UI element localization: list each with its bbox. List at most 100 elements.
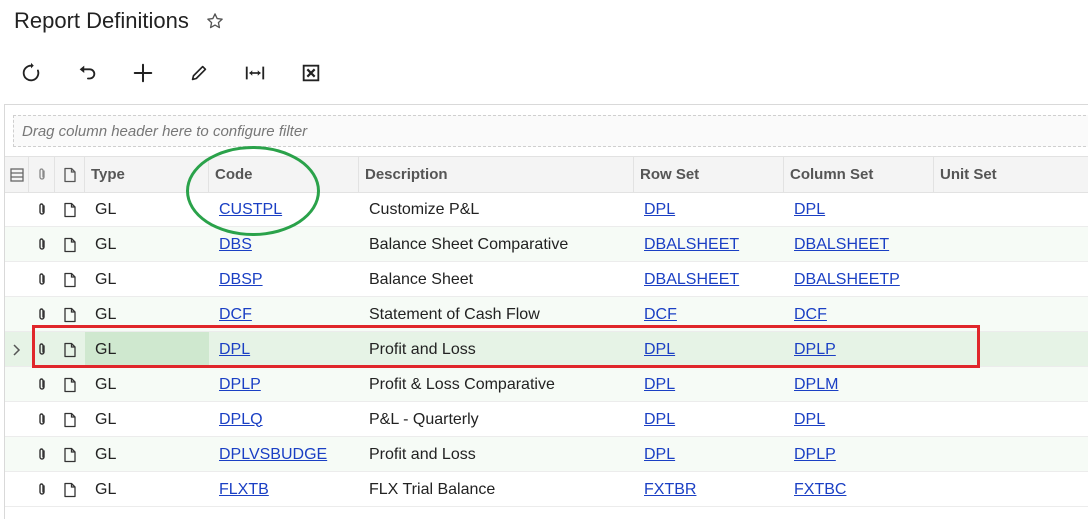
edit-button[interactable]	[182, 58, 216, 88]
row-note[interactable]	[55, 367, 85, 402]
filter-drop-zone[interactable]: Drag column header here to configure fil…	[13, 115, 1088, 147]
cell-row-set[interactable]: DBALSHEET	[634, 262, 784, 297]
cell-column-set[interactable]: DPLP	[784, 332, 934, 367]
row-attachment[interactable]	[29, 227, 55, 262]
favorite-star-icon[interactable]	[205, 11, 225, 31]
code-link[interactable]: DPLP	[219, 376, 261, 394]
row-attachment[interactable]	[29, 472, 55, 507]
cell-row-set[interactable]: DPL	[634, 192, 784, 227]
row-indicator[interactable]	[5, 367, 29, 402]
row-attachment[interactable]	[29, 367, 55, 402]
table-row[interactable]: GL DBS Balance Sheet Comparative DBALSHE…	[5, 227, 1088, 262]
undo-button[interactable]	[70, 58, 104, 88]
header-column-set[interactable]: Column Set	[784, 157, 934, 192]
header-type[interactable]: Type	[85, 157, 209, 192]
column-set-link[interactable]: DPLP	[794, 341, 836, 359]
row-indicator[interactable]	[5, 262, 29, 297]
table-row[interactable]: GL DPLQ P&L - Quarterly DPL DPL	[5, 402, 1088, 437]
code-link[interactable]: DPLQ	[219, 411, 263, 429]
cell-code[interactable]: DBS	[209, 227, 359, 262]
row-note[interactable]	[55, 227, 85, 262]
row-selector-header[interactable]	[5, 157, 29, 192]
cell-code[interactable]: DPLP	[209, 367, 359, 402]
cell-code[interactable]: DPLVSBUDGE	[209, 437, 359, 472]
cell-code[interactable]: FLXTB	[209, 472, 359, 507]
row-indicator[interactable]	[5, 297, 29, 332]
row-indicator[interactable]	[5, 472, 29, 507]
row-indicator[interactable]	[5, 332, 29, 367]
row-set-link[interactable]: FXTBR	[644, 481, 696, 499]
cell-column-set[interactable]: DPLP	[784, 437, 934, 472]
table-row[interactable]: GL DPLP Profit & Loss Comparative DPL DP…	[5, 367, 1088, 402]
row-set-link[interactable]: DPL	[644, 446, 675, 464]
cell-row-set[interactable]: DBALSHEET	[634, 227, 784, 262]
row-set-link[interactable]: DBALSHEET	[644, 271, 739, 289]
code-link[interactable]: DBSP	[219, 271, 263, 289]
row-indicator[interactable]	[5, 227, 29, 262]
row-note[interactable]	[55, 437, 85, 472]
code-link[interactable]: DCF	[219, 306, 252, 324]
column-set-link[interactable]: DPL	[794, 411, 825, 429]
cell-column-set[interactable]: FXTBC	[784, 472, 934, 507]
row-set-link[interactable]: DPL	[644, 341, 675, 359]
row-note[interactable]	[55, 402, 85, 437]
cell-row-set[interactable]: DPL	[634, 437, 784, 472]
cell-code[interactable]: CUSTPL	[209, 192, 359, 227]
table-row[interactable]: GL FLXTB FLX Trial Balance FXTBR FXTBC	[5, 472, 1088, 507]
fit-columns-button[interactable]	[238, 58, 272, 88]
table-row[interactable]: GL DPL Profit and Loss DPL DPLP	[5, 332, 1088, 367]
table-row[interactable]: GL CUSTPL Customize P&L DPL DPL	[5, 192, 1088, 227]
cell-column-set[interactable]: DBALSHEET	[784, 227, 934, 262]
row-note[interactable]	[55, 297, 85, 332]
cell-code[interactable]: DPLQ	[209, 402, 359, 437]
note-header[interactable]	[55, 157, 85, 192]
table-row[interactable]: GL DCF Statement of Cash Flow DCF DCF	[5, 297, 1088, 332]
header-unit-set[interactable]: Unit Set	[934, 157, 1088, 192]
cell-column-set[interactable]: DPLM	[784, 367, 934, 402]
row-attachment[interactable]	[29, 402, 55, 437]
refresh-button[interactable]	[14, 58, 48, 88]
cell-column-set[interactable]: DCF	[784, 297, 934, 332]
cell-code[interactable]: DBSP	[209, 262, 359, 297]
cell-code[interactable]: DCF	[209, 297, 359, 332]
column-set-link[interactable]: DBALSHEET	[794, 236, 889, 254]
row-indicator[interactable]	[5, 402, 29, 437]
cell-row-set[interactable]: DPL	[634, 402, 784, 437]
row-note[interactable]	[55, 332, 85, 367]
cell-column-set[interactable]: DBALSHEETP	[784, 262, 934, 297]
row-attachment[interactable]	[29, 192, 55, 227]
attachment-header[interactable]	[29, 157, 55, 192]
row-set-link[interactable]: DCF	[644, 306, 677, 324]
row-attachment[interactable]	[29, 262, 55, 297]
cell-column-set[interactable]: DPL	[784, 192, 934, 227]
export-excel-button[interactable]	[294, 58, 328, 88]
cell-column-set[interactable]: DPL	[784, 402, 934, 437]
row-note[interactable]	[55, 262, 85, 297]
add-button[interactable]	[126, 58, 160, 88]
row-attachment[interactable]	[29, 297, 55, 332]
row-note[interactable]	[55, 472, 85, 507]
column-set-link[interactable]: FXTBC	[794, 481, 846, 499]
row-set-link[interactable]: DPL	[644, 201, 675, 219]
table-row[interactable]: GL DPLVSBUDGE Profit and Loss DPL DPLP	[5, 437, 1088, 472]
row-set-link[interactable]: DPL	[644, 411, 675, 429]
header-description[interactable]: Description	[359, 157, 634, 192]
code-link[interactable]: CUSTPL	[219, 201, 282, 219]
cell-code[interactable]: DPL	[209, 332, 359, 367]
cell-row-set[interactable]: DPL	[634, 367, 784, 402]
row-set-link[interactable]: DBALSHEET	[644, 236, 739, 254]
column-set-link[interactable]: DCF	[794, 306, 827, 324]
column-set-link[interactable]: DPLM	[794, 376, 838, 394]
row-note[interactable]	[55, 192, 85, 227]
row-attachment[interactable]	[29, 437, 55, 472]
column-set-link[interactable]: DBALSHEETP	[794, 271, 900, 289]
code-link[interactable]: DBS	[219, 236, 252, 254]
row-indicator[interactable]	[5, 192, 29, 227]
code-link[interactable]: DPL	[219, 341, 250, 359]
row-attachment[interactable]	[29, 332, 55, 367]
column-set-link[interactable]: DPL	[794, 201, 825, 219]
cell-row-set[interactable]: DCF	[634, 297, 784, 332]
row-set-link[interactable]: DPL	[644, 376, 675, 394]
header-code[interactable]: Code	[209, 157, 359, 192]
cell-row-set[interactable]: FXTBR	[634, 472, 784, 507]
